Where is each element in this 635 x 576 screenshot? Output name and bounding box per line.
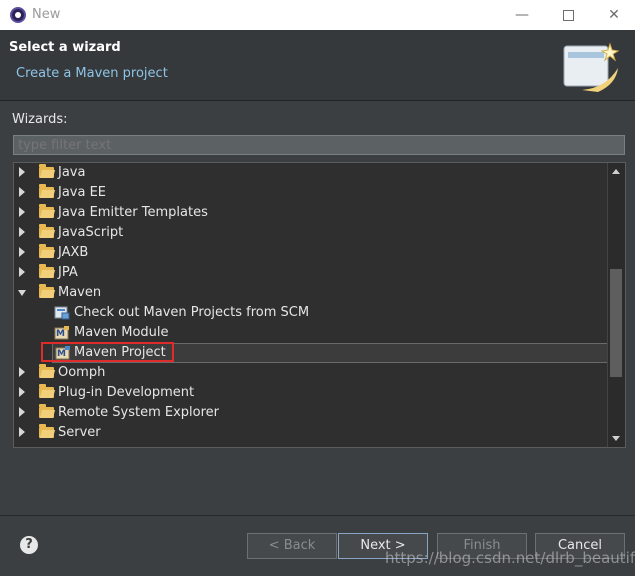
tree-item-label: JPA (58, 265, 78, 280)
folder-icon (39, 264, 54, 278)
folder-icon (39, 224, 54, 238)
maximize-button[interactable] (554, 3, 582, 27)
eclipse-icon (10, 7, 26, 23)
cancel-button[interactable]: Cancel (535, 533, 625, 559)
tree-item-label: Java (58, 165, 86, 180)
tree-item-java[interactable]: Java (14, 163, 608, 183)
minimize-button[interactable]: — (508, 3, 536, 27)
expand-icon[interactable] (19, 247, 25, 257)
tree-item-label: Java Emitter Templates (58, 205, 208, 220)
collapse-icon[interactable] (18, 290, 26, 296)
tree-item-jaxb[interactable]: JAXB (14, 243, 608, 263)
tree-item-label: Java EE (58, 185, 107, 200)
wizards-label: Wizards: (12, 112, 68, 127)
expand-icon[interactable] (19, 367, 25, 377)
expand-icon[interactable] (19, 207, 25, 217)
tree-item-maven-project[interactable]: M Maven Project (52, 343, 608, 363)
expand-icon[interactable] (19, 167, 25, 177)
folder-icon (39, 204, 54, 218)
tree-item-label: JavaScript (58, 225, 124, 240)
tree-item-java-emitter-templates[interactable]: Java Emitter Templates (14, 203, 608, 223)
tree-item-label: JAXB (58, 245, 89, 260)
folder-icon (39, 384, 54, 398)
scroll-up-icon[interactable] (612, 169, 620, 174)
tree-item-jpa[interactable]: JPA (14, 263, 608, 283)
tree-item-maven[interactable]: Maven (14, 283, 608, 303)
folder-icon (39, 244, 54, 258)
tree-item-maven-checkout-scm[interactable]: Check out Maven Projects from SCM (14, 303, 608, 323)
maven-module-icon: M (54, 326, 69, 340)
folder-icon (39, 184, 54, 198)
tree-item-remote-system-explorer[interactable]: Remote System Explorer (14, 403, 608, 423)
scroll-down-icon[interactable] (612, 436, 620, 441)
tree-item-label: Server (58, 425, 101, 440)
tree-item-server[interactable]: Server (14, 423, 608, 443)
tree-item-label: Check out Maven Projects from SCM (74, 305, 310, 320)
tree-item-label: Remote System Explorer (58, 405, 220, 420)
svg-text:M: M (56, 329, 65, 339)
close-button[interactable]: ✕ (600, 3, 628, 27)
folder-icon (39, 404, 54, 418)
folder-icon (39, 364, 54, 378)
expand-icon[interactable] (19, 407, 25, 417)
tree-item-javascript[interactable]: JavaScript (14, 223, 608, 243)
maven-project-icon: M (55, 346, 70, 360)
tree-item-java-ee[interactable]: Java EE (14, 183, 608, 203)
banner-description: Create a Maven project (16, 66, 168, 81)
wizard-banner: Select a wizard Create a Maven project (0, 30, 635, 101)
window-title: New (32, 7, 61, 22)
tree-item-label: Maven (58, 285, 102, 300)
next-button[interactable]: Next > (338, 533, 428, 559)
maximize-icon (562, 10, 574, 21)
expand-icon[interactable] (19, 187, 25, 197)
tree-item-label: Maven Module (74, 325, 169, 340)
scrollbar-thumb[interactable] (610, 269, 622, 377)
finish-button[interactable]: Finish (437, 533, 527, 559)
title-bar: New — ✕ (0, 0, 635, 30)
back-button[interactable]: < Back (247, 533, 337, 559)
button-bar-separator (0, 515, 635, 516)
wizard-banner-icon (563, 42, 620, 92)
expand-icon[interactable] (19, 387, 25, 397)
tree-item-maven-module[interactable]: M Maven Module (14, 323, 608, 343)
wizard-tree[interactable]: Java Java EE Java Emitter Templates Java… (13, 162, 626, 448)
help-icon[interactable]: ? (20, 536, 38, 554)
banner-title: Select a wizard (9, 40, 121, 55)
maven-checkout-icon (54, 306, 70, 320)
tree-item-label: Maven Project (74, 345, 166, 360)
folder-icon (39, 424, 54, 438)
tree-item-label: Plug-in Development (58, 385, 195, 400)
tree-item-label: Oomph (58, 365, 106, 380)
filter-input[interactable] (13, 135, 625, 155)
tree-item-plug-in-development[interactable]: Plug-in Development (14, 383, 608, 403)
folder-icon (39, 164, 54, 178)
expand-icon[interactable] (19, 267, 25, 277)
tree-item-oomph[interactable]: Oomph (14, 363, 608, 383)
svg-text:M: M (57, 349, 66, 359)
folder-icon (39, 284, 54, 298)
tree-scrollbar[interactable] (607, 163, 625, 447)
expand-icon[interactable] (19, 227, 25, 237)
expand-icon[interactable] (19, 427, 25, 437)
